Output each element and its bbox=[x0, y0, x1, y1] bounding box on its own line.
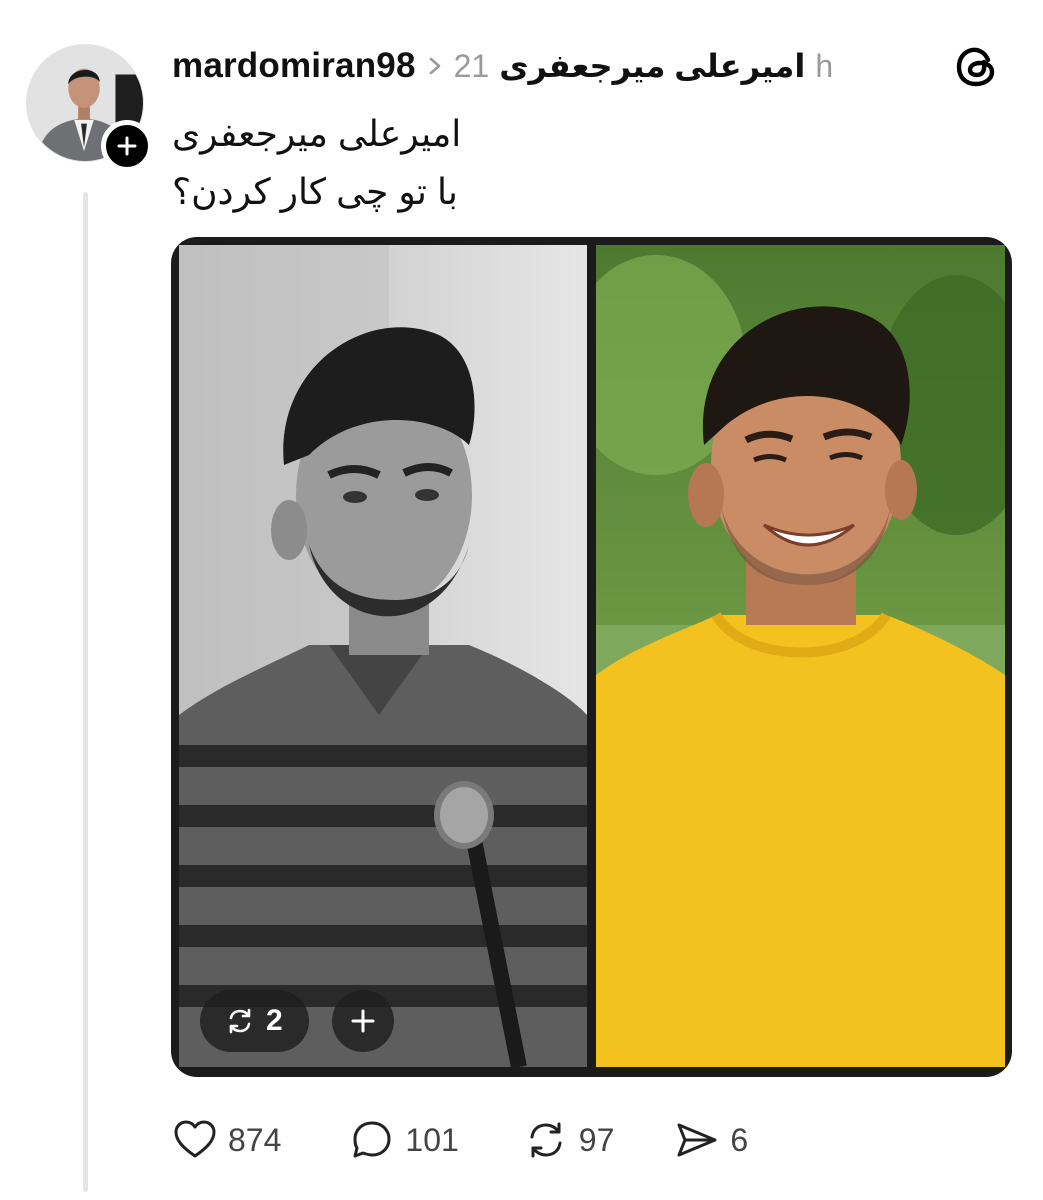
like-button[interactable]: 874 bbox=[172, 1117, 281, 1163]
post-media[interactable]: 2 bbox=[171, 237, 1012, 1077]
post-actions: 874 101 97 6 bbox=[172, 1115, 748, 1165]
repost-button[interactable]: 97 bbox=[523, 1117, 615, 1163]
reply-count: 101 bbox=[405, 1121, 459, 1158]
repost-count-action: 97 bbox=[578, 1121, 615, 1158]
add-media-button[interactable] bbox=[332, 990, 394, 1052]
post-time: h bbox=[815, 47, 834, 84]
topic-tag[interactable]: 21 امیرعلی میرجعفری h bbox=[454, 47, 834, 85]
threads-logo-icon[interactable] bbox=[952, 42, 1002, 92]
follow-button[interactable] bbox=[101, 120, 153, 172]
topic-count: 21 bbox=[453, 47, 490, 84]
photo-color[interactable] bbox=[596, 245, 1005, 1067]
like-count: 874 bbox=[228, 1121, 282, 1158]
post-text-line-2: با تو چی کار کردن؟ bbox=[172, 171, 458, 212]
thread-post: mardomiran98 21 امیرعلی میرجعفری h امیرع… bbox=[0, 0, 1043, 1200]
share-button[interactable]: 6 bbox=[674, 1117, 748, 1163]
topic-name: امیرعلی میرجعفری bbox=[499, 48, 806, 84]
share-count: 6 bbox=[730, 1121, 749, 1158]
send-icon bbox=[677, 1123, 717, 1157]
username[interactable]: mardomiran98 bbox=[172, 46, 416, 86]
repost-icon bbox=[530, 1122, 562, 1158]
post-header: mardomiran98 21 امیرعلی میرجعفری h bbox=[172, 40, 833, 92]
plus-icon bbox=[351, 1009, 375, 1033]
thread-line bbox=[83, 192, 88, 1192]
plus-icon bbox=[117, 136, 137, 156]
repost-count-pill[interactable]: 2 bbox=[200, 990, 309, 1052]
repost-count: 2 bbox=[266, 1004, 283, 1037]
chevron-right-icon bbox=[426, 55, 444, 77]
heart-icon bbox=[174, 1120, 216, 1158]
comment-icon bbox=[353, 1121, 391, 1158]
reply-button[interactable]: 101 bbox=[349, 1117, 459, 1163]
repost-icon bbox=[229, 1008, 251, 1034]
post-text-line-1: امیرعلی میرجعفری bbox=[172, 113, 462, 154]
photo-black-and-white[interactable] bbox=[179, 245, 587, 1067]
